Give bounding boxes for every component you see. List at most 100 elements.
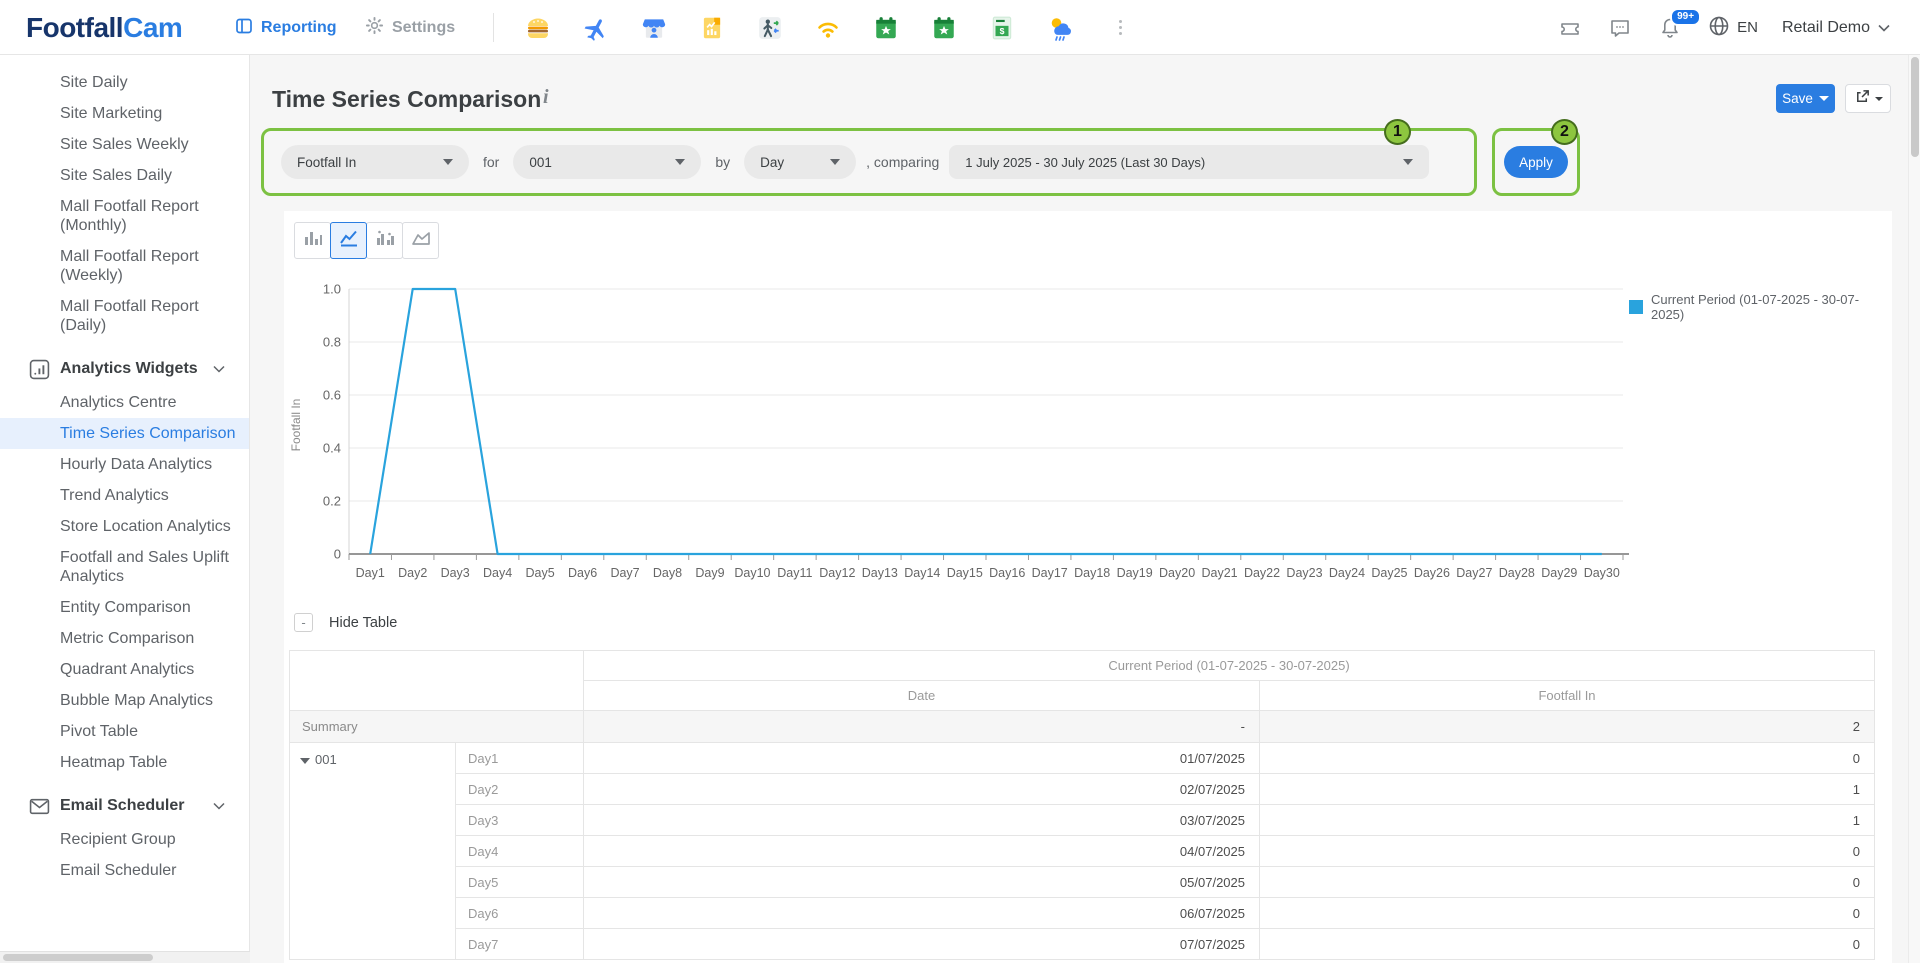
app-header: FootfallCam Reporting Settings $ 99+ EN … [0,0,1920,55]
metric-select[interactable]: Footfall In [281,145,469,179]
summary-label: Summary [290,711,584,743]
sidebar-item-entity-comparison[interactable]: Entity Comparison [0,592,249,623]
pedestrian-icon[interactable] [756,14,783,41]
sidebar-scrollbar[interactable] [0,951,250,963]
flights-icon[interactable] [582,14,609,41]
day-cell: Day4 [456,836,584,867]
sidebar-item-label: Site Marketing [60,105,162,122]
sidebar-item-time-series-comparison[interactable]: Time Series Comparison [0,418,249,449]
column-header-footfall-in: Footfall In [1260,681,1875,711]
sidebar-item-analytics-centre[interactable]: Analytics Centre [0,387,249,418]
sidebar-item-store-location-analytics[interactable]: Store Location Analytics [0,511,249,542]
sidebar-item-hourly-data-analytics[interactable]: Hourly Data Analytics [0,449,249,480]
chart-legend[interactable]: Current Period (01-07-2025 - 30-07-2025) [1629,292,1892,322]
sidebar-item-label: Quadrant Analytics [60,661,194,678]
sidebar-item-label: Bubble Map Analytics [60,692,213,709]
apply-button[interactable]: Apply [1504,146,1568,178]
sidebar-item-pivot-table[interactable]: Pivot Table [0,716,249,747]
sidebar-section-email-scheduler-section[interactable]: Email Scheduler [0,788,249,824]
sidebar-item-label: Trend Analytics [60,487,169,504]
chevron-down-icon [1875,97,1883,101]
sidebar-item-email-scheduler[interactable]: Email Scheduler [0,855,249,886]
storefront-icon[interactable] [640,14,667,41]
svg-text:0.6: 0.6 [323,388,341,403]
svg-text:Day24: Day24 [1329,566,1365,580]
collapse-triangle-icon[interactable] [300,758,310,764]
sidebar-item-mall-footfall-report-monthly[interactable]: Mall Footfall Report (Monthly) [0,191,249,241]
sidebar-item-mall-footfall-report-weekly[interactable]: Mall Footfall Report (Weekly) [0,241,249,291]
sidebar-item-label: Time Series Comparison [60,425,235,442]
svg-text:Day5: Day5 [526,566,555,580]
language-selector[interactable]: EN [1707,14,1758,42]
data-table-wrap: Current Period (01-07-2025 - 30-07-2025)… [289,650,1875,963]
chevron-down-icon [830,159,840,165]
svg-text:Day25: Day25 [1371,566,1407,580]
value-cell: 1 [1260,805,1875,836]
sidebar-item-label: Metric Comparison [60,630,194,647]
chat-icon[interactable] [1607,15,1633,41]
export-button[interactable] [1845,84,1891,113]
sidebar-scrollbar-thumb[interactable] [3,954,153,961]
report-icon[interactable] [698,14,725,41]
page-scrollbar[interactable] [1908,55,1920,963]
sidebar-item-label: Analytics Centre [60,394,177,411]
nav-reporting[interactable]: Reporting [235,14,337,42]
more-apps-icon[interactable] [1112,14,1128,41]
entity-select[interactable]: 001 [513,145,701,179]
hamburger-icon[interactable] [524,14,551,41]
sidebar-item-site-daily[interactable]: Site Daily [0,67,249,98]
table-group-header: Current Period (01-07-2025 - 30-07-2025) [584,651,1875,681]
sidebar-item-label: Hourly Data Analytics [60,456,212,473]
sidebar-section-analytics-widgets[interactable]: Analytics Widgets [0,351,249,387]
hide-table-row: - Hide Table [294,613,397,632]
svg-text:Day28: Day28 [1499,566,1535,580]
sidebar-item-quadrant-analytics[interactable]: Quadrant Analytics [0,654,249,685]
sidebar-item-bubble-map-analytics[interactable]: Bubble Map Analytics [0,685,249,716]
sidebar-item-heatmap-table[interactable]: Heatmap Table [0,747,249,778]
entity-value: 001 [529,155,552,170]
ticket-icon[interactable] [1557,15,1583,41]
sidebar-item-site-marketing[interactable]: Site Marketing [0,98,249,129]
sidebar-item-label: Site Sales Weekly [60,136,189,153]
calendar-star-icon[interactable] [872,14,899,41]
page-scrollbar-thumb[interactable] [1911,57,1919,157]
bell-icon[interactable]: 99+ [1657,15,1683,41]
chart-type-line-chart-button[interactable] [330,222,367,259]
weather-icon[interactable] [1046,14,1073,41]
granularity-select[interactable]: Day [744,145,856,179]
sidebar-item-site-sales-daily[interactable]: Site Sales Daily [0,160,249,191]
account-name: Retail Demo [1782,19,1870,37]
sidebar-item-label: Pivot Table [60,723,138,740]
value-cell: 0 [1260,743,1875,774]
svg-text:Day23: Day23 [1286,566,1322,580]
svg-text:Day27: Day27 [1456,566,1492,580]
date-cell: 03/07/2025 [584,805,1260,836]
calendar-star-icon[interactable] [930,14,957,41]
hide-table-toggle[interactable]: - [294,613,313,632]
summary-value: 2 [1260,711,1875,743]
account-menu[interactable]: Retail Demo [1782,19,1890,37]
money-icon[interactable]: $ [988,14,1015,41]
save-button[interactable]: Save [1776,84,1835,113]
wifi-icon[interactable] [814,14,841,41]
sidebar-item-trend-analytics[interactable]: Trend Analytics [0,480,249,511]
info-icon[interactable]: i [543,86,549,109]
day-cell: Day6 [456,898,584,929]
date-range-select[interactable]: 1 July 2025 - 30 July 2025 (Last 30 Days… [949,145,1429,179]
share-icon [1854,88,1871,110]
sidebar-item-metric-comparison[interactable]: Metric Comparison [0,623,249,654]
logo-footfall: Footfall [26,12,123,43]
logo[interactable]: FootfallCam [26,12,182,44]
day-cell: Day2 [456,774,584,805]
sidebar-item-recipient-group[interactable]: Recipient Group [0,824,249,855]
sidebar-item-label: Mall Footfall Report (Daily) [60,298,199,334]
nav-settings[interactable]: Settings [365,14,455,42]
comparing-label: , comparing [866,154,939,170]
sidebar-item-mall-footfall-report-daily[interactable]: Mall Footfall Report (Daily) [0,291,249,341]
table-row: Day202/07/20251 [290,774,1875,805]
sidebar-item-site-sales-weekly[interactable]: Site Sales Weekly [0,129,249,160]
sidebar-item-footfall-and-sales-uplift-analytics[interactable]: Footfall and Sales Uplift Analytics [0,542,249,592]
language-label: EN [1737,19,1758,36]
header-right: 99+ EN Retail Demo [1557,0,1890,55]
logo-cam: Cam [123,12,182,43]
